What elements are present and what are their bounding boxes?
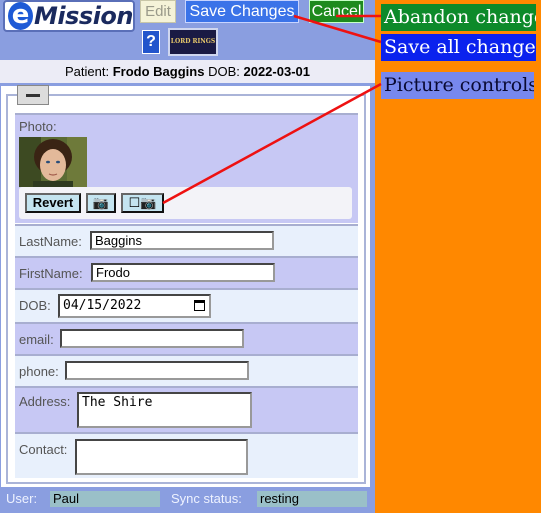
email-input[interactable] [60, 329, 244, 348]
app-panel: e Mission Edit Save Changes Cancel ? LOR… [0, 0, 375, 513]
logo-e-icon: e [8, 2, 34, 30]
sync-status-value: resting [257, 491, 367, 507]
phone-row: phone: [15, 354, 358, 386]
picture-controls: Revert 📷 ☐📷 [19, 187, 352, 219]
photo-label: Photo: [19, 119, 57, 134]
save-changes-button[interactable]: Save Changes [185, 0, 299, 23]
logo-text: Mission [34, 2, 133, 30]
lastname-label: LastName: [19, 234, 82, 249]
firstname-input[interactable]: Frodo [91, 263, 275, 282]
dob-label: DOB: [19, 298, 51, 313]
patient-photo [19, 137, 87, 187]
dob-input[interactable]: 04/15/2022 [58, 294, 211, 318]
lastname-input[interactable]: Baggins [90, 231, 274, 250]
contact-textarea[interactable] [75, 439, 248, 475]
patient-name: Frodo Baggins [112, 64, 205, 79]
email-label: email: [19, 332, 54, 347]
calendar-icon[interactable] [194, 300, 205, 311]
collapse-button[interactable] [17, 85, 49, 105]
revert-button[interactable]: Revert [25, 193, 81, 213]
firstname-label: FirstName: [19, 266, 83, 281]
callout-picture-controls: Picture controls [381, 72, 534, 99]
user-label: User: [6, 491, 38, 506]
patient-prefix: Patient: [65, 64, 110, 79]
status-bar: User: Paul Sync status: resting [0, 488, 375, 513]
emission-logo: e Mission [3, 0, 135, 32]
dob-row: DOB: 04/15/2022 [15, 288, 358, 322]
photo-section: Photo: Revert 📷 ☐📷 [15, 113, 358, 223]
patient-header: Patient: Frodo Baggins DOB: 2022-03-01 [0, 60, 375, 83]
phone-input[interactable] [65, 361, 249, 380]
sync-status-label: Sync status: [171, 491, 242, 506]
user-value: Paul [50, 491, 160, 507]
address-label: Address: [19, 394, 71, 409]
camera-icon[interactable]: 📷 [86, 193, 116, 213]
callout-abandon-changes: Abandon changes [381, 4, 536, 31]
book-logo-label: LORD RINGS [170, 38, 216, 45]
minus-icon [26, 93, 40, 97]
dob-value: 04/15/2022 [63, 298, 142, 313]
patient-dob-label: DOB: [208, 64, 240, 79]
patient-dob: 2022-03-01 [243, 64, 310, 79]
upload-photo-icon[interactable]: ☐📷 [121, 193, 164, 213]
address-row: Address: The Shire [15, 386, 358, 432]
edit-button[interactable]: Edit [140, 0, 176, 23]
contact-row: Contact: [15, 432, 358, 478]
book-logo-button[interactable]: LORD RINGS [168, 28, 218, 56]
callout-save-all: Save all changers [381, 34, 536, 61]
patient-photo-image [19, 137, 87, 187]
help-button[interactable]: ? [142, 30, 160, 54]
address-textarea[interactable]: The Shire [77, 392, 252, 428]
contact-label: Contact: [19, 442, 68, 457]
cancel-button[interactable]: Cancel [309, 0, 364, 23]
phone-label: phone: [19, 364, 59, 379]
lastname-row: LastName: Baggins [15, 224, 358, 256]
email-row: email: [15, 322, 358, 354]
firstname-row: FirstName: Frodo [15, 256, 358, 288]
